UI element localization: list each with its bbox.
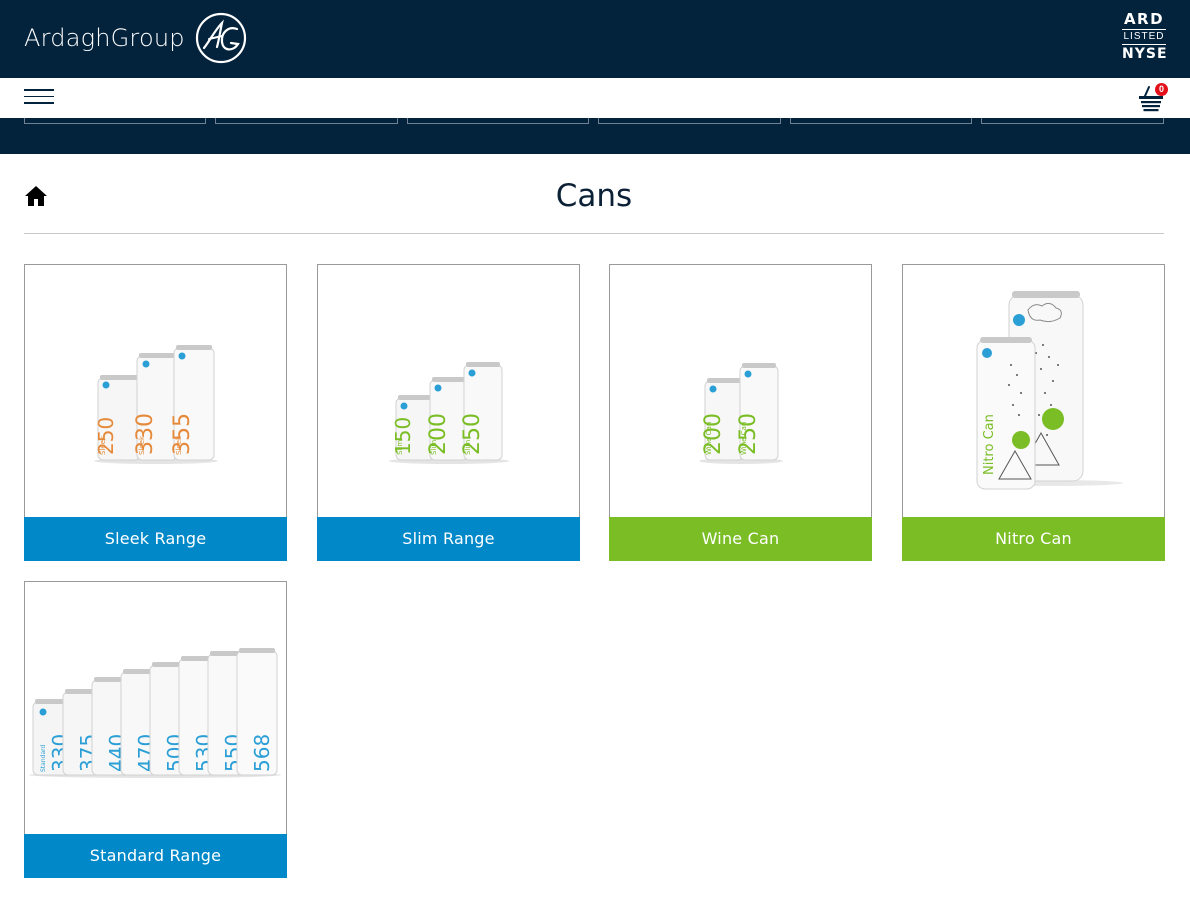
product-label: Standard Range — [24, 834, 287, 878]
brand-name: ArdaghGroup — [24, 24, 185, 52]
nitro-cans-image: Nitro Can — [976, 291, 1123, 490]
product-label: Sleek Range — [24, 517, 287, 561]
stock-ticker[interactable]: ARD LISTED NYSE — [1122, 10, 1168, 63]
svg-text:Wine Can: Wine Can — [740, 422, 748, 455]
svg-text:Standard: Standard — [40, 745, 47, 772]
product-card-wine-can[interactable]: 200 Wine Can 250 Wine Can Wine Can — [609, 264, 872, 561]
svg-text:Slim: Slim — [396, 440, 404, 455]
category-tab[interactable] — [215, 118, 398, 124]
category-tab[interactable] — [981, 118, 1164, 124]
svg-text:Slim: Slim — [464, 440, 472, 455]
product-card-slim-range[interactable]: 150 Slim 200 Slim 250 Slim Slim Range — [317, 264, 580, 561]
ticker-exchange: NYSE — [1122, 46, 1168, 62]
svg-text:Sleek: Sleek — [138, 435, 146, 455]
svg-text:Wine Can: Wine Can — [705, 422, 713, 455]
cart-button[interactable]: 0 — [1136, 83, 1168, 113]
brand-logo-link[interactable]: ArdaghGroup — [24, 12, 247, 64]
cart-count-badge: 0 — [1155, 83, 1168, 96]
title-divider — [24, 233, 1164, 234]
sleek-cans-image: 250 Sleek 330 Sleek 355 Sleek — [94, 345, 218, 464]
page-title: Cans — [555, 178, 633, 214]
home-icon[interactable] — [24, 184, 48, 208]
svg-text:Nitro Can: Nitro Can — [982, 414, 997, 475]
ticker-listed: LISTED — [1122, 29, 1166, 45]
product-card-standard-range[interactable]: 330 Standard 375 440 470 500 530 550 568 — [24, 581, 287, 878]
hamburger-menu-icon[interactable] — [24, 87, 54, 109]
category-strip — [0, 118, 1190, 154]
site-header: ArdaghGroup ARD LISTED NYSE — [0, 0, 1190, 78]
ag-monogram-icon — [195, 12, 246, 64]
category-tab[interactable] — [24, 118, 206, 124]
svg-text:568: 568 — [250, 734, 274, 772]
nav-bar: 0 — [0, 78, 1190, 118]
product-label: Slim Range — [317, 517, 580, 561]
wine-cans-image: 200 Wine Can 250 Wine Can — [699, 363, 783, 464]
category-tab[interactable] — [598, 118, 781, 124]
category-tab[interactable] — [790, 118, 972, 124]
product-card-nitro-can[interactable]: Nitro Can Nitro Can — [902, 264, 1165, 561]
svg-text:Sleek: Sleek — [175, 435, 183, 455]
product-label: Nitro Can — [902, 517, 1165, 561]
product-label: Wine Can — [609, 517, 872, 561]
ticker-symbol: ARD — [1123, 10, 1165, 28]
svg-text:Sleek: Sleek — [99, 435, 107, 455]
product-card-sleek-range[interactable]: 250 Sleek 330 Sleek 355 Sleek Sleek Rang… — [24, 264, 287, 561]
svg-text:Slim: Slim — [430, 440, 438, 455]
standard-cans-image: 330 Standard 375 440 470 500 530 550 568 — [29, 648, 281, 778]
category-tab[interactable] — [407, 118, 589, 124]
slim-cans-image: 150 Slim 200 Slim 250 Slim — [389, 362, 509, 464]
